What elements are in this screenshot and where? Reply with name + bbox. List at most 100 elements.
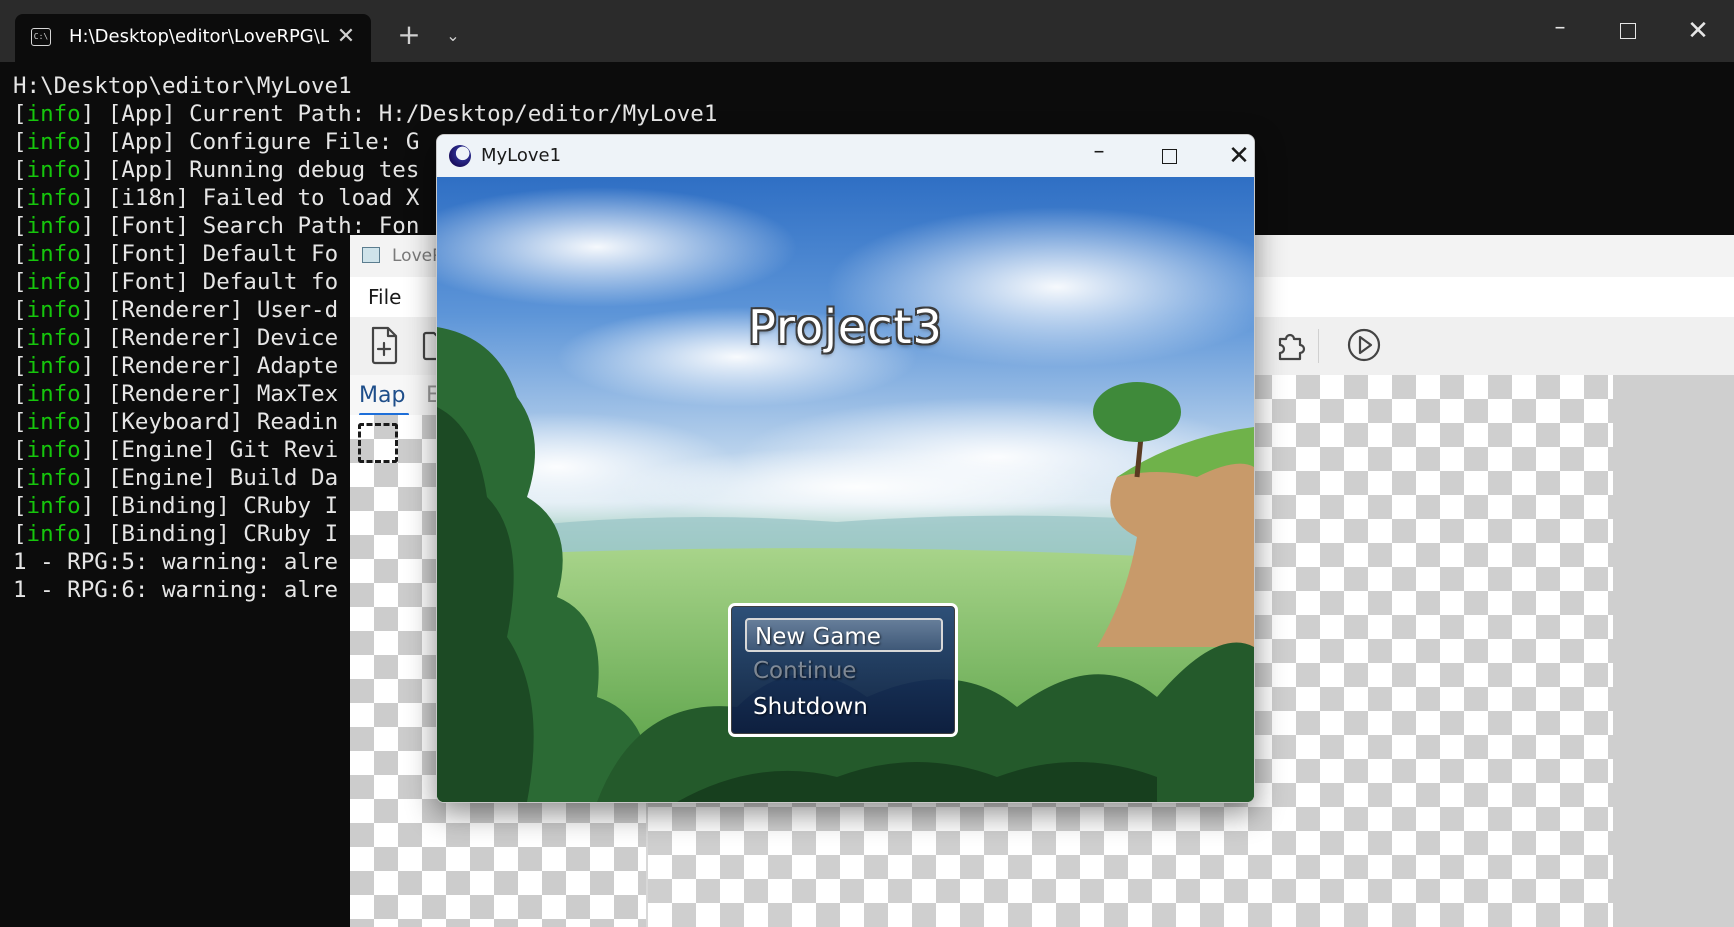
- log-level-tag: info: [26, 157, 81, 183]
- game-window-title: MyLove1: [481, 145, 562, 166]
- bracket: ]: [80, 437, 95, 463]
- bracket: ]: [80, 297, 95, 323]
- bracket: [: [13, 353, 27, 379]
- log-message: [Renderer] MaxTex: [94, 381, 339, 407]
- bracket: ]: [80, 325, 95, 351]
- log-level-tag: info: [26, 325, 81, 351]
- plugin-icon[interactable]: [1272, 323, 1312, 367]
- close-button[interactable]: ✕: [1678, 14, 1718, 48]
- game-window: MyLove1 – ✕ Project3 New Game Continue S…: [436, 134, 1255, 803]
- menu-continue[interactable]: Continue: [745, 654, 943, 688]
- new-tab-button[interactable]: +: [394, 20, 424, 50]
- menu-shutdown[interactable]: Shutdown: [745, 690, 943, 724]
- log-message: [Binding] CRuby I: [94, 521, 339, 547]
- game-maximize-button[interactable]: [1147, 139, 1191, 173]
- log-message: 1 - RPG:5: warning: alre: [13, 549, 339, 575]
- log-message: [Renderer] Adapte: [94, 353, 339, 379]
- log-message: [Renderer] Device: [94, 325, 339, 351]
- log-level-tag: info: [26, 381, 81, 407]
- cloud: [617, 447, 1097, 527]
- log-message: [Font] Default Fo: [94, 241, 339, 267]
- editor-app-icon: [362, 247, 380, 263]
- bracket: [: [13, 269, 27, 295]
- bracket: ]: [80, 521, 95, 547]
- bracket: ]: [80, 409, 95, 435]
- cloud: [437, 187, 797, 307]
- terminal-line: H:\Desktop\editor\MyLove1: [13, 72, 1713, 100]
- bracket: [: [13, 185, 27, 211]
- map-out-of-bounds: [1613, 375, 1734, 927]
- play-icon[interactable]: [1344, 323, 1384, 367]
- terminal-tab-title: H:\Desktop\editor\LoveRPG\L: [69, 26, 329, 47]
- menu-new-game[interactable]: New Game: [745, 618, 943, 652]
- new-file-icon[interactable]: [364, 323, 404, 367]
- terminal-titlebar[interactable]: C:\ H:\Desktop\editor\LoveRPG\L ✕ + ⌄ – …: [0, 0, 1734, 62]
- bracket: ]: [80, 129, 95, 155]
- terminal-line: [info] [App] Current Path: H:/Desktop/ed…: [13, 100, 1713, 128]
- game-close-button[interactable]: ✕: [1217, 139, 1254, 173]
- minimize-button[interactable]: –: [1540, 14, 1580, 48]
- bracket: ]: [80, 101, 95, 127]
- maximize-button[interactable]: [1608, 14, 1648, 48]
- bracket: ]: [80, 353, 95, 379]
- bracket: [: [13, 409, 27, 435]
- bracket: ]: [80, 213, 95, 239]
- log-message: [Keyboard] Readin: [94, 409, 339, 435]
- bracket: [: [13, 437, 27, 463]
- game-titlebar[interactable]: MyLove1 – ✕: [437, 135, 1254, 177]
- game-minimize-button[interactable]: –: [1077, 139, 1121, 173]
- log-message: [Binding] CRuby I: [94, 493, 339, 519]
- log-message: [Engine] Build Da: [94, 465, 339, 491]
- log-message: [Renderer] User-d: [94, 297, 339, 323]
- bracket: ]: [80, 185, 95, 211]
- bracket: [: [13, 465, 27, 491]
- bracket: [: [13, 241, 27, 267]
- log-message: [i18n] Failed to load X: [94, 185, 420, 211]
- terminal-tab[interactable]: C:\ H:\Desktop\editor\LoveRPG\L ✕: [15, 14, 371, 62]
- bracket: ]: [80, 269, 95, 295]
- bracket: [: [13, 493, 27, 519]
- log-level-tag: info: [26, 297, 81, 323]
- editor-tabs: Map E: [350, 375, 440, 416]
- bracket: [: [13, 521, 27, 547]
- bracket: ]: [80, 493, 95, 519]
- log-message: 1 - RPG:6: warning: alre: [13, 577, 339, 603]
- log-level-tag: info: [26, 129, 81, 155]
- bracket: ]: [80, 157, 95, 183]
- bracket: ]: [80, 241, 95, 267]
- log-message: [Font] Default fo: [94, 269, 339, 295]
- log-level-tag: info: [26, 353, 81, 379]
- log-message: [App] Configure File: G: [94, 129, 420, 155]
- maximize-icon: [1161, 149, 1177, 164]
- toolbar-separator: [1318, 329, 1319, 363]
- tab-close-icon[interactable]: ✕: [333, 24, 359, 50]
- game-title-text: Project3: [748, 300, 943, 354]
- log-level-tag: info: [26, 409, 81, 435]
- tree-canopy: [1093, 382, 1181, 442]
- menu-file[interactable]: File: [368, 285, 401, 309]
- tab-dropdown-button[interactable]: ⌄: [440, 24, 466, 48]
- tile-selection-marquee: [358, 423, 398, 463]
- log-level-tag: info: [26, 213, 81, 239]
- log-level-tag: info: [26, 185, 81, 211]
- bracket: [: [13, 213, 27, 239]
- tab-map[interactable]: Map: [359, 383, 405, 409]
- log-message: [App] Running debug tes: [94, 157, 420, 183]
- moon-icon: [449, 145, 471, 167]
- log-level-tag: info: [26, 101, 81, 127]
- bracket: [: [13, 381, 27, 407]
- log-level-tag: info: [26, 493, 81, 519]
- bracket: [: [13, 129, 27, 155]
- maximize-icon: [1620, 23, 1636, 39]
- bracket: ]: [80, 465, 95, 491]
- bracket: ]: [80, 381, 95, 407]
- game-screen[interactable]: Project3 New Game Continue Shutdown: [437, 177, 1254, 802]
- bracket: [: [13, 297, 27, 323]
- log-message: H:\Desktop\editor\MyLove1: [13, 73, 352, 99]
- log-message: [App] Current Path: H:/Desktop/editor/My…: [94, 101, 718, 127]
- log-level-tag: info: [26, 269, 81, 295]
- log-message: [Engine] Git Revi: [94, 437, 339, 463]
- bracket: [: [13, 157, 27, 183]
- terminal-icon: C:\: [31, 28, 51, 46]
- log-level-tag: info: [26, 465, 81, 491]
